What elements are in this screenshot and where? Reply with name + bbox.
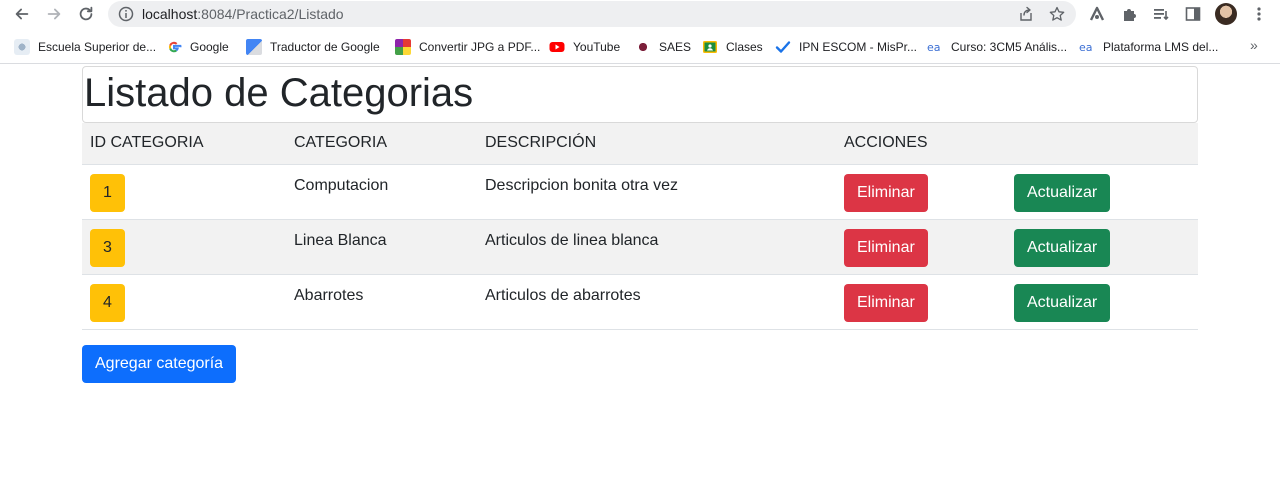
bookmark-label: YouTube [573,40,621,54]
bookmark-label: SAES [659,40,692,54]
colorful-grid-icon [395,39,411,55]
moodle-ea-icon: ea [927,41,941,54]
column-header-acciones: ACCIONES [836,123,1006,165]
browser-toolbar: localhost:8084/Practica2/Listado [0,0,1280,29]
update-button[interactable]: Actualizar [1014,228,1111,267]
bookmark-plataforma-lms[interactable]: ea Plataforma LMS del... [1079,38,1218,56]
descripcion-cell: Articulos de abarrotes [477,274,836,330]
bookmark-saes[interactable]: SAES [635,38,691,56]
bookmarks-overflow-chevron[interactable]: » [1250,37,1258,53]
descripcion-cell: Articulos de linea blanca [477,219,836,275]
delete-button[interactable]: Eliminar [844,283,928,322]
moodle-ea-icon: ea [1079,41,1093,54]
info-icon[interactable] [118,6,134,22]
bookmark-label: Clases [726,40,763,54]
add-category-button[interactable]: Agregar categoría [82,345,237,383]
bookmark-label: Google [190,40,229,54]
puzzle-extensions-icon[interactable] [1121,5,1139,23]
column-header-descripcion: DESCRIPCIÓN [477,123,836,165]
id-badge: 3 [90,228,125,267]
checkmark-icon [775,41,791,53]
column-header-categoria: CATEGORIA [286,123,477,165]
youtube-icon [549,42,565,52]
bookmark-escuela-superior[interactable]: Escuela Superior de... [14,38,156,56]
descripcion-cell: Descripcion bonita otra vez [477,164,836,220]
url-host: localhost [142,6,198,22]
categoria-cell: Linea Blanca [286,219,477,275]
bookmark-label: Escuela Superior de... [38,40,157,54]
profile-avatar[interactable] [1215,3,1237,25]
side-panel-icon[interactable] [1184,5,1202,23]
eagle-crest-icon [14,39,30,55]
bookmark-label: Traductor de Google [270,40,380,54]
bookmark-label: Curso: 3CM5 Anális... [951,40,1068,54]
bookmark-traductor[interactable]: Traductor de Google [246,38,380,56]
column-header-id: ID CATEGORIA [82,123,286,165]
svg-text:ea: ea [1079,41,1093,54]
translate-icon [246,39,262,55]
bookmark-clases[interactable]: Clases [702,38,763,56]
categoria-cell: Abarrotes [286,274,477,330]
url-path: :8084/Practica2/Listado [197,6,344,22]
page-content: Listado de Categorias ID CATEGORIA CATEG… [0,65,1280,498]
back-arrow-icon[interactable] [11,3,33,25]
share-icon[interactable] [1018,6,1034,22]
delete-button[interactable]: Eliminar [844,173,928,212]
url-text[interactable]: localhost:8084/Practica2/Listado [142,6,344,22]
classroom-icon [703,41,717,53]
bookmark-star-icon[interactable] [1049,6,1065,22]
bookmark-youtube[interactable]: YouTube [549,38,620,56]
kebab-menu-icon[interactable] [1250,5,1268,23]
bookmarks-bar: Escuela Superior de... Google Traductor … [0,29,1280,64]
extension-dark-icon[interactable] [1088,5,1106,23]
table-header-row: ID CATEGORIA CATEGORIA DESCRIPCIÓN ACCIO… [82,123,1198,165]
id-badge: 1 [90,173,125,212]
bookmark-label: Convertir JPG a PDF... [419,40,541,54]
ipn-crest-icon [635,39,651,55]
update-button[interactable]: Actualizar [1014,283,1111,322]
categoria-cell: Computacion [286,164,477,220]
table-row: 3 Linea Blanca Articulos de linea blanca… [82,219,1198,275]
bookmark-label: IPN ESCOM - MisPr... [799,40,918,54]
bookmark-google[interactable]: Google [166,38,229,56]
forward-arrow-icon[interactable] [43,3,65,25]
bookmark-label: Plataforma LMS del... [1103,40,1219,54]
table-row: 4 Abarrotes Articulos de abarrotes Elimi… [82,274,1198,330]
bookmark-curso-3cm5[interactable]: ea Curso: 3CM5 Anális... [927,38,1067,56]
delete-button[interactable]: Eliminar [844,228,928,267]
categories-table: ID CATEGORIA CATEGORIA DESCRIPCIÓN ACCIO… [82,123,1198,330]
bookmark-convertir-jpg[interactable]: Convertir JPG a PDF... [395,38,540,56]
table-row: 1 Computacion Descripcion bonita otra ve… [82,164,1198,220]
title-card: Listado de Categorias [82,66,1198,123]
reload-icon[interactable] [75,3,97,25]
reading-list-icon[interactable] [1152,5,1170,23]
page-title: Listado de Categorias [84,71,474,115]
address-bar[interactable]: localhost:8084/Practica2/Listado [108,1,1076,27]
svg-text:ea: ea [927,41,941,54]
bookmark-ipn-escom[interactable]: IPN ESCOM - MisPr... [775,38,917,56]
google-g-icon [168,41,182,53]
column-header-empty [1006,123,1198,165]
update-button[interactable]: Actualizar [1014,173,1111,212]
id-badge: 4 [90,283,125,322]
